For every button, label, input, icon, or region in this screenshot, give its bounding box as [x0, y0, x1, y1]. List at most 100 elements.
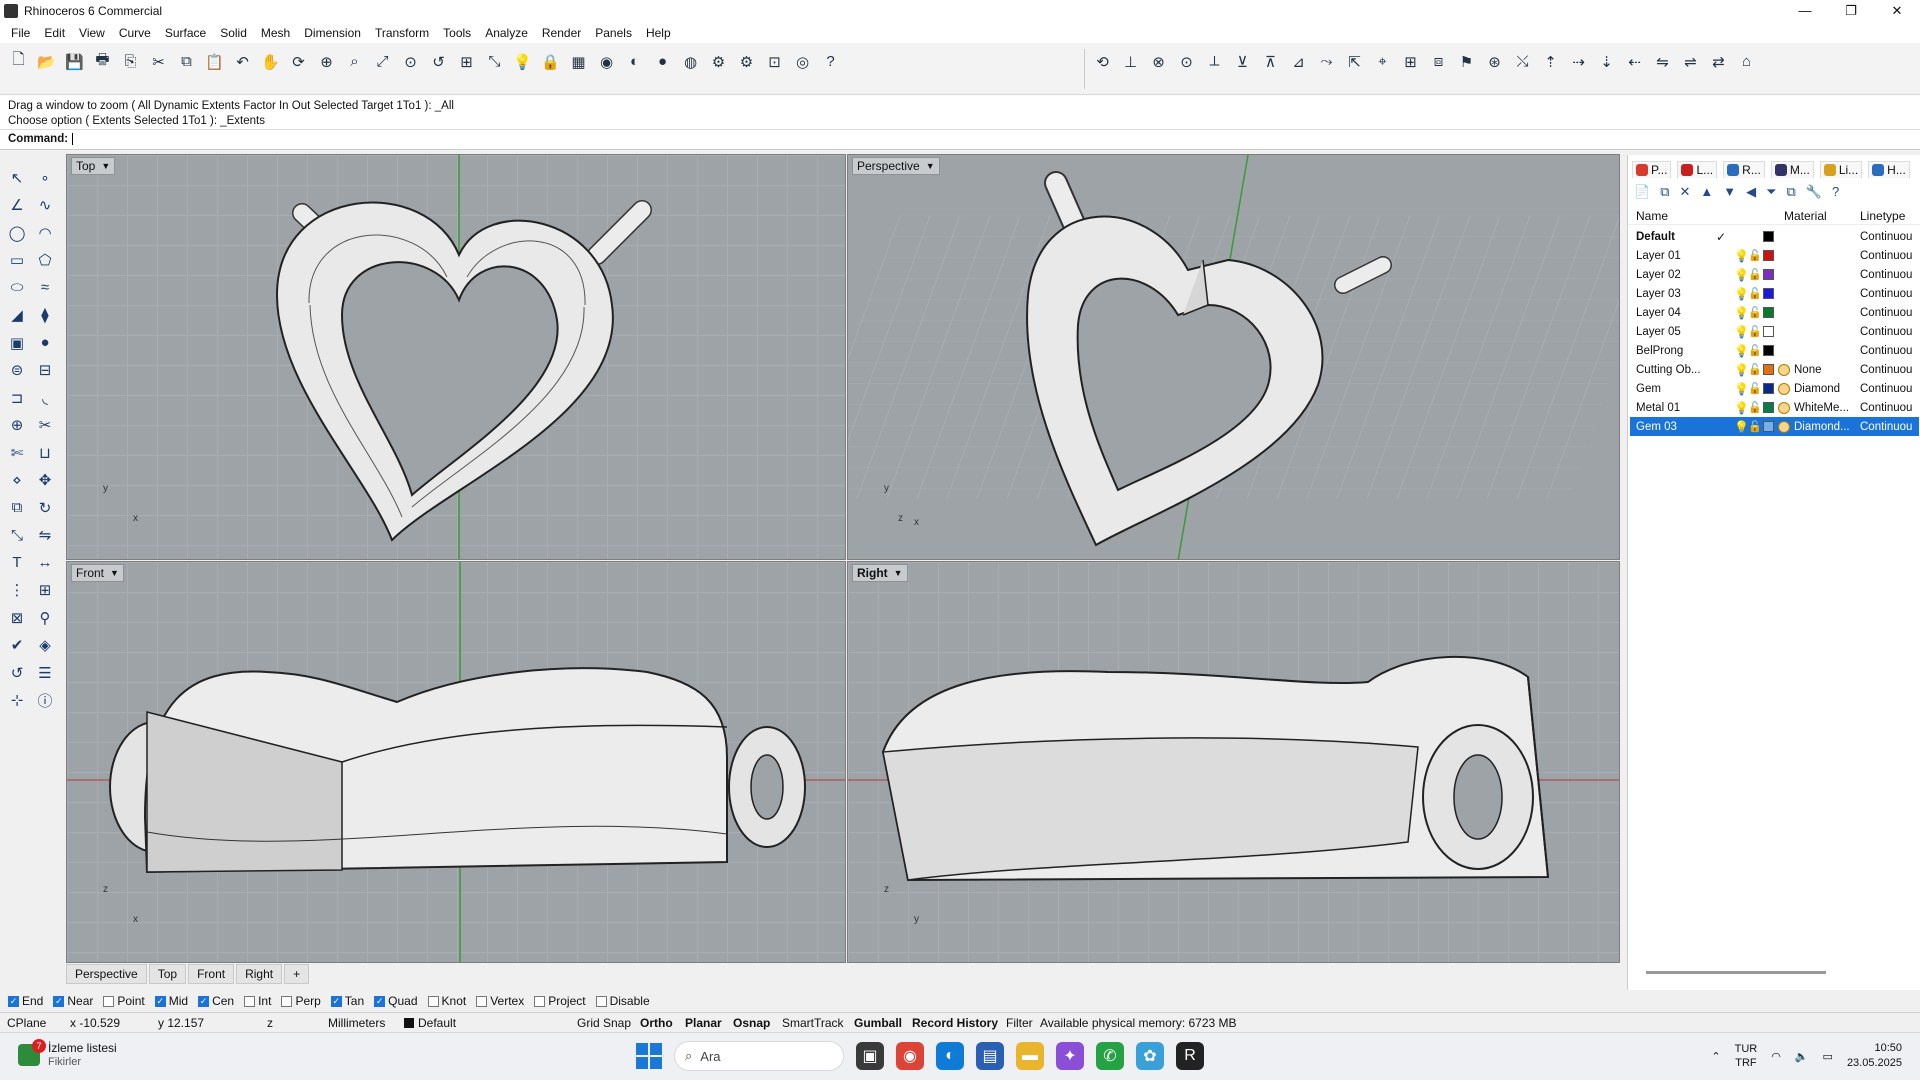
chevron-down-icon[interactable]: ▼	[101, 161, 110, 171]
layer-linetype[interactable]: Continuou	[1860, 288, 1912, 300]
layout-icon[interactable]: ⊡	[762, 49, 787, 74]
file-explorer-icon[interactable]: ▬	[1016, 1042, 1044, 1070]
transform-17-icon[interactable]: ⇡	[1538, 49, 1563, 74]
transform-9-icon[interactable]: ⤳	[1314, 49, 1339, 74]
chevron-down-icon[interactable]: ▼	[926, 161, 935, 171]
viewport-front[interactable]: Front ▼ z x	[66, 561, 846, 963]
four-viewports-icon[interactable]: ⊞	[454, 49, 479, 74]
transform-15-icon[interactable]: ⊛	[1482, 49, 1507, 74]
split-icon[interactable]: ✂	[32, 412, 58, 440]
layer-color-swatch[interactable]	[1763, 402, 1774, 413]
analyze-icon[interactable]: ⚲	[32, 604, 58, 632]
properties-icon[interactable]: ⓘ	[32, 687, 58, 715]
transform-16-icon[interactable]: ⤯	[1510, 49, 1535, 74]
layer-row[interactable]: Layer 03 💡 🔓 Continuou	[1630, 284, 1919, 303]
checkbox[interactable]	[103, 995, 115, 1007]
cut-icon[interactable]: ✂	[146, 49, 171, 74]
help-icon[interactable]: ?	[818, 49, 843, 74]
transform-7-icon[interactable]: ⊼	[1258, 49, 1283, 74]
planar-toggle[interactable]: Planar	[685, 1016, 722, 1030]
pan-icon[interactable]: ✋	[258, 49, 283, 74]
visibility-bulb-icon[interactable]: 💡	[1734, 382, 1749, 396]
surface-icon[interactable]: ◢	[4, 302, 30, 330]
light-icon[interactable]: 💡	[510, 49, 535, 74]
visibility-bulb-icon[interactable]: 💡	[1734, 420, 1749, 434]
chevron-down-icon[interactable]: ▼	[894, 568, 903, 578]
transform-24-icon[interactable]: ⌂	[1734, 49, 1759, 74]
undo-icon[interactable]: ↶	[230, 49, 255, 74]
menu-item-help[interactable]: Help	[639, 26, 678, 40]
tab-perspective[interactable]: Perspective	[66, 964, 147, 984]
group-icon[interactable]: ⊞	[32, 577, 58, 605]
move-up-icon[interactable]: ▲	[1700, 184, 1713, 200]
point-icon[interactable]: ∘	[32, 164, 58, 192]
unlock-icon[interactable]: 🔓	[1748, 363, 1762, 376]
filter-toggle[interactable]: Filter	[1006, 1016, 1033, 1030]
chevron-up-icon[interactable]: ⌃	[1711, 1050, 1720, 1063]
color-wheel-icon[interactable]: ◉	[594, 49, 619, 74]
unlock-icon[interactable]: 🔓	[1748, 401, 1762, 414]
checkbox[interactable]: ✓	[8, 995, 19, 1007]
panel-tab[interactable]: R...	[1723, 161, 1765, 178]
environment-sphere-icon[interactable]: ◍	[678, 49, 703, 74]
menu-item-tools[interactable]: Tools	[436, 26, 478, 40]
move-down-icon[interactable]: ▼	[1723, 184, 1736, 200]
copilot-icon[interactable]: ✦	[1056, 1042, 1084, 1070]
select-icon[interactable]: ⤡	[482, 49, 507, 74]
globe-icon[interactable]: ◎	[790, 49, 815, 74]
transform-13-icon[interactable]: ⧈	[1426, 49, 1451, 74]
unlock-icon[interactable]: 🔓	[1748, 325, 1762, 338]
transform-10-icon[interactable]: ⇱	[1342, 49, 1367, 74]
import-icon[interactable]: ⎘	[118, 49, 143, 74]
transform-23-icon[interactable]: ⇄	[1706, 49, 1731, 74]
scale-icon[interactable]: ⤡	[4, 522, 30, 550]
rotate-icon[interactable]: ↻	[32, 494, 58, 522]
circle-icon[interactable]: ◯	[4, 219, 30, 247]
history-icon[interactable]: ↺	[4, 659, 30, 687]
viewport-right[interactable]: Right ▼ z y	[847, 561, 1620, 963]
checkbox[interactable]	[476, 995, 488, 1007]
checkbox[interactable]: ✓	[330, 995, 342, 1007]
mesh-icon[interactable]: ⊠	[4, 604, 30, 632]
polygon-icon[interactable]: ⬠	[32, 247, 58, 275]
gear-icon[interactable]: ⚙	[734, 49, 759, 74]
copy-icon[interactable]: ⧉	[4, 494, 30, 522]
osnap-perp[interactable]: Perp	[281, 994, 321, 1008]
layer-row[interactable]: Layer 05 💡 🔓 Continuou	[1630, 322, 1919, 341]
osnap-quad[interactable]: ✓ Quad	[374, 994, 418, 1008]
menu-item-mesh[interactable]: Mesh	[254, 26, 297, 40]
layer-color-swatch[interactable]	[1763, 269, 1774, 280]
zoom-window-icon[interactable]: ⌕	[342, 49, 367, 74]
osnap-mid[interactable]: ✓ Mid	[154, 994, 188, 1008]
viewport-label-top[interactable]: Top ▼	[71, 157, 116, 175]
unlock-icon[interactable]: 🔓	[1748, 287, 1762, 300]
whatsapp-icon[interactable]: ✆	[1096, 1042, 1124, 1070]
dimension-icon[interactable]: ↔	[32, 549, 58, 577]
checkbox[interactable]	[534, 995, 546, 1007]
material-sphere-icon[interactable]: ●	[650, 49, 675, 74]
task-view-icon[interactable]: ▣	[856, 1042, 884, 1070]
transform-14-icon[interactable]: ⚑	[1454, 49, 1479, 74]
layer-linetype[interactable]: Continuou	[1860, 326, 1912, 338]
viewport-top[interactable]: Top ▼ y x	[66, 154, 846, 560]
checkbox[interactable]: ✓	[154, 995, 166, 1007]
gumball-icon[interactable]: ⊹	[4, 687, 30, 715]
osnap-tan[interactable]: ✓ Tan	[330, 994, 364, 1008]
panel-tab[interactable]: Li...	[1819, 161, 1863, 178]
edge-icon[interactable]: ◐	[936, 1042, 964, 1070]
gumball-toggle[interactable]: Gumball	[854, 1016, 902, 1030]
osnap-toggle[interactable]: Osnap	[733, 1016, 770, 1030]
menu-item-solid[interactable]: Solid	[213, 26, 254, 40]
transform-20-icon[interactable]: ⇠	[1622, 49, 1647, 74]
mirror-icon[interactable]: ⇋	[32, 522, 58, 550]
layer-row[interactable]: Gem 03 💡 🔓 Diamond... Continuou	[1630, 417, 1919, 436]
column-header-name[interactable]: Name	[1636, 209, 1668, 223]
osnap-knot[interactable]: Knot	[427, 994, 466, 1008]
print-icon[interactable]: 🖶	[90, 49, 115, 74]
layer-color-swatch[interactable]	[1763, 383, 1774, 394]
smarttrack-toggle[interactable]: SmartTrack	[782, 1016, 844, 1030]
sphere-icon[interactable]: ●	[32, 329, 58, 357]
windows-start-icon[interactable]	[636, 1043, 662, 1069]
layer-row[interactable]: Cutting Ob... 💡 🔓 None Continuou	[1630, 360, 1919, 379]
unlock-icon[interactable]: 🔓	[1748, 249, 1762, 262]
